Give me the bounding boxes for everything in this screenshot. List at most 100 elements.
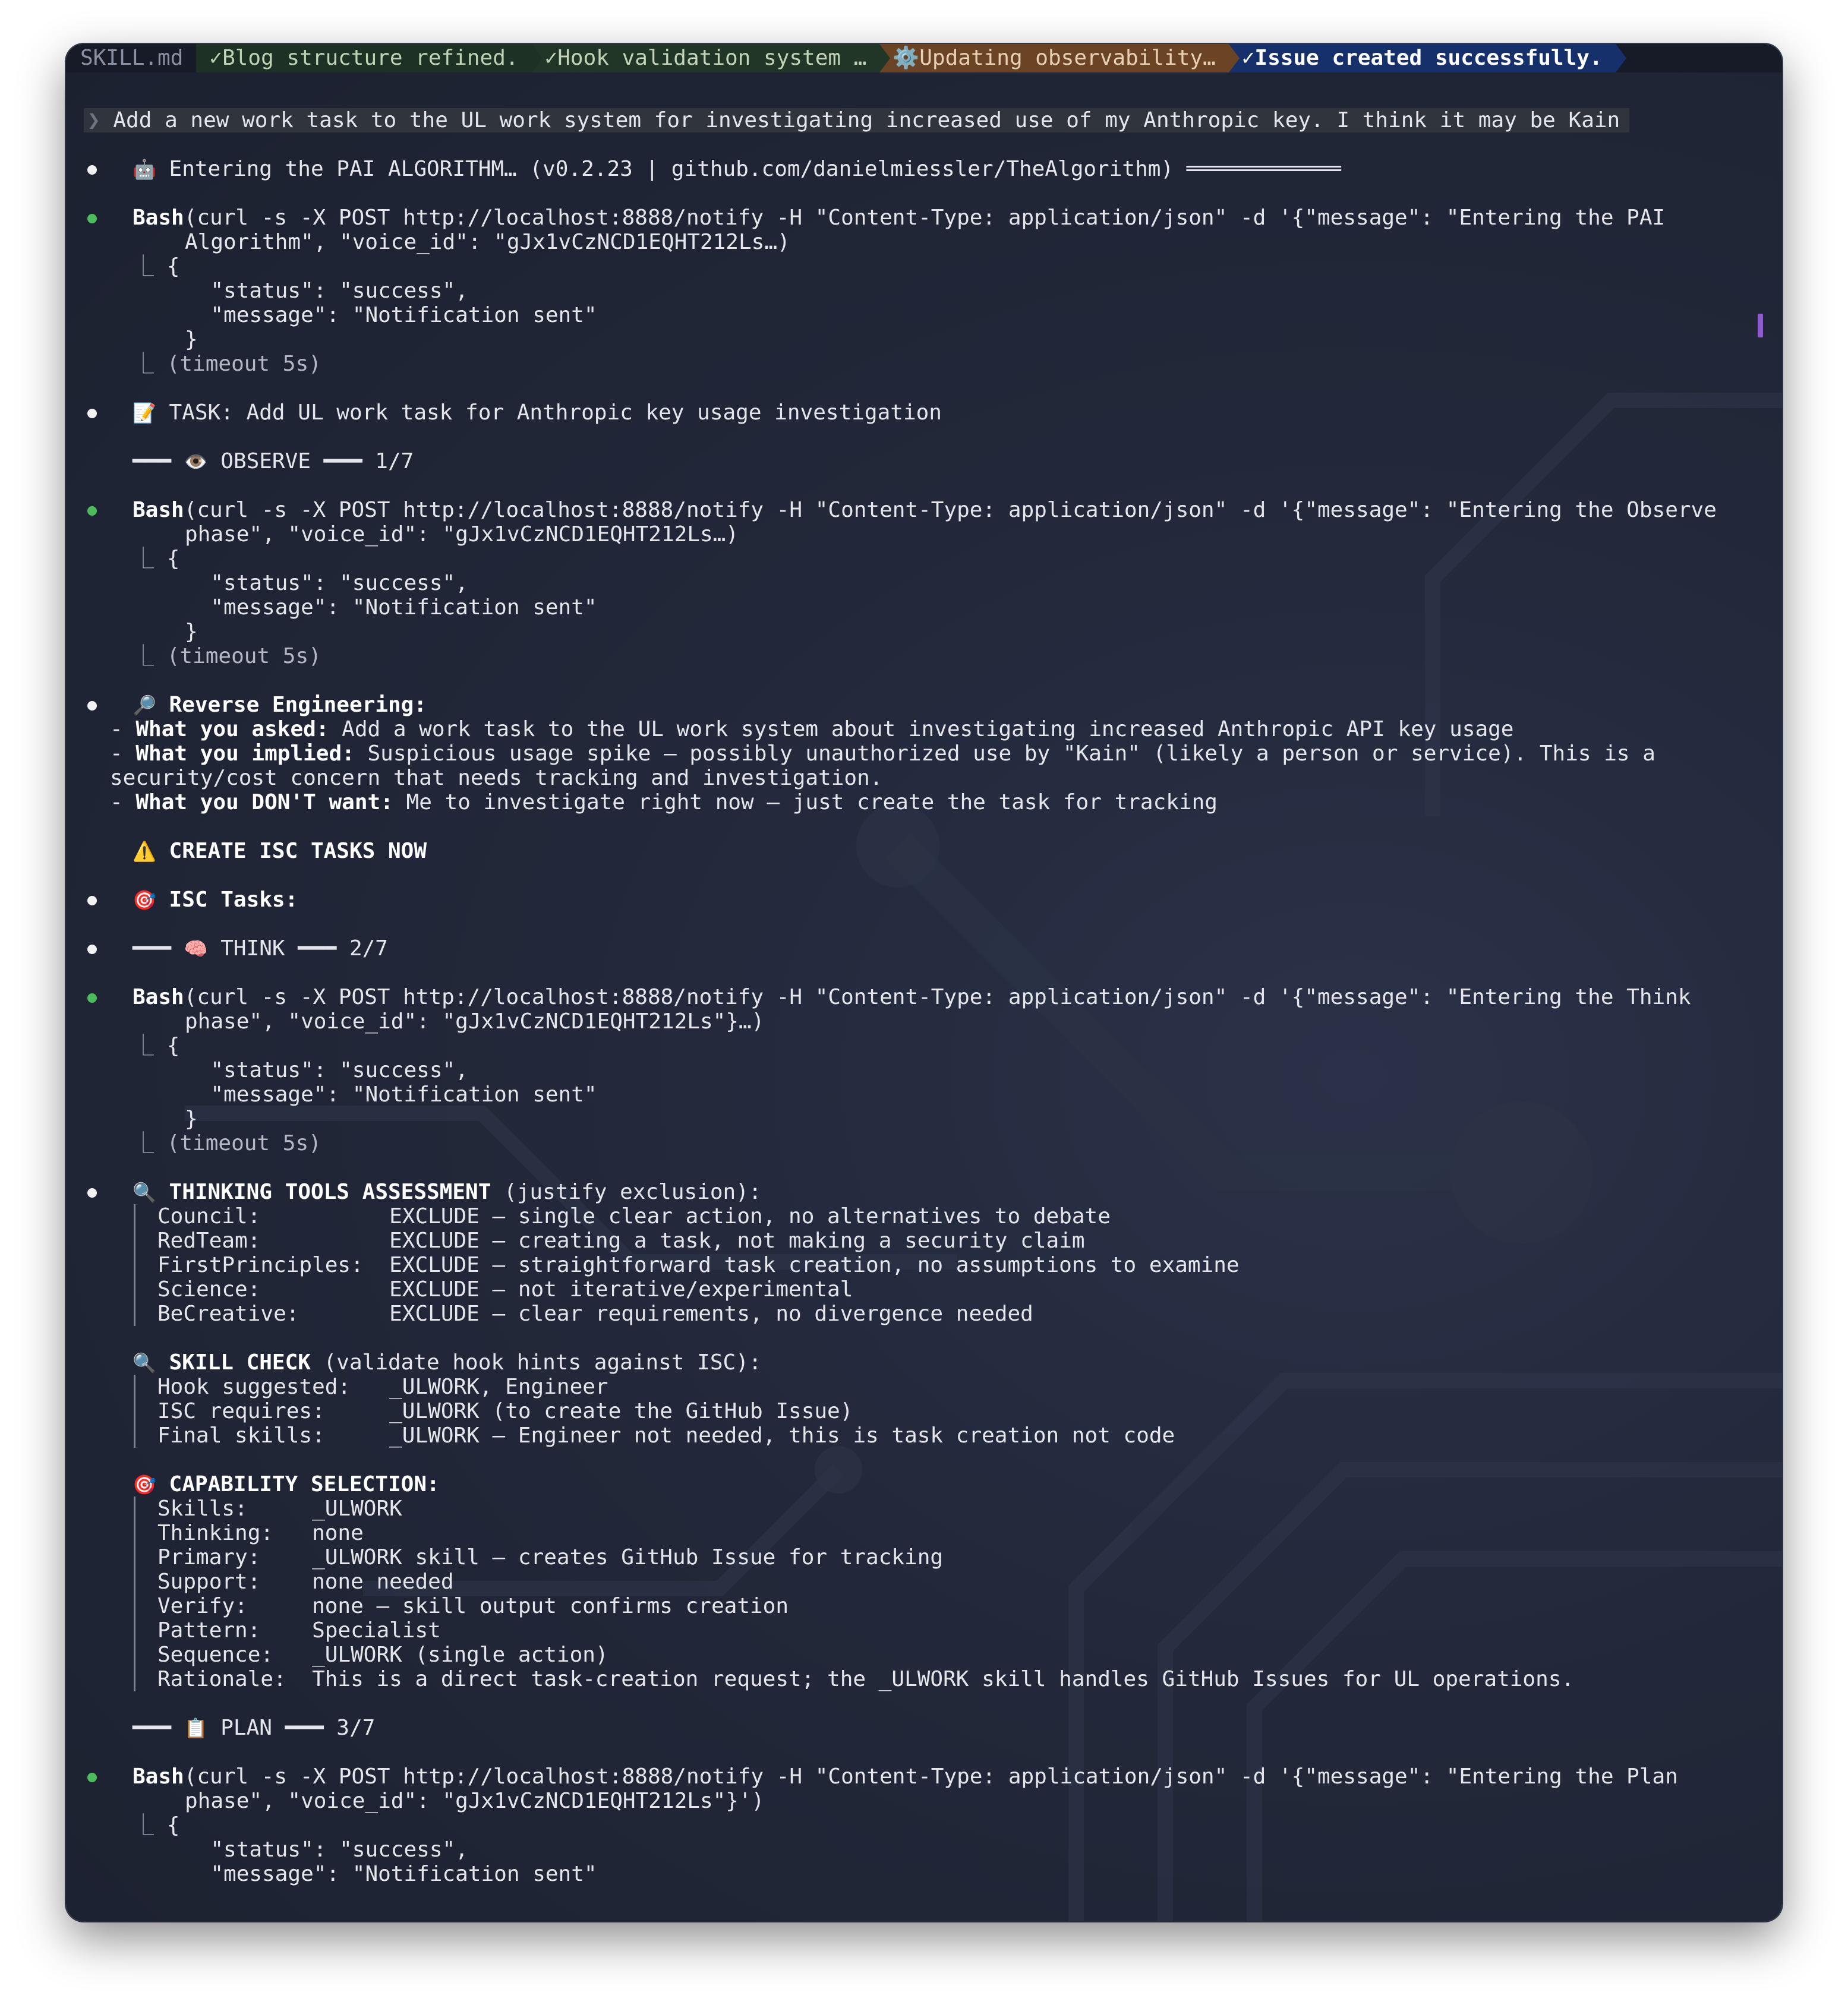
tab-blog-structure[interactable]: ✓Blog structure refined.: [196, 44, 543, 72]
phase-label: THINK ━━━ 2/7: [207, 936, 388, 961]
response-open: ⎿ {: [87, 1813, 1764, 1837]
thinking-tool-row: FirstPrinciples: EXCLUDE — straightforwa…: [157, 1253, 1240, 1277]
tab-updating-observability[interactable]: ⚙️Updating observability…: [879, 44, 1240, 72]
tab-skill-md[interactable]: SKILL.md: [66, 44, 196, 72]
terminal-output: ❯ Add a new work task to the UL work sys…: [84, 108, 1764, 1886]
json-status: "status": "success",: [210, 1837, 468, 1862]
reverse-engineering-title: 🔎 Reverse Engineering:: [87, 693, 1764, 717]
memo-icon: 📝: [133, 402, 156, 424]
response-status: "status": "success",: [87, 279, 1764, 303]
reverse-implied: - What you implied: Suspicious usage spi…: [110, 741, 1655, 766]
phase-plan: ━━━ 📋 PLAN ━━━ 3/7: [87, 1716, 1764, 1740]
entering-algorithm-text: Entering the PAI ALGORITHM… (v0.2.23 | g…: [169, 157, 1341, 181]
response-timeout: ⎿ (timeout 5s): [87, 352, 1764, 376]
eye-icon: 👁️: [184, 450, 208, 473]
tab-hook-validation[interactable]: ✓Hook validation system …: [531, 44, 891, 72]
response-close: }: [87, 327, 1764, 352]
green-bullet-icon: [87, 214, 97, 223]
user-prompt: ❯ Add a new work task to the UL work sys…: [84, 108, 1764, 132]
capability-row: Skills: _ULWORK: [157, 1496, 402, 1521]
phase-rule: ━━━: [133, 936, 184, 961]
response-close: }: [87, 1107, 1764, 1131]
green-bullet-icon: [87, 506, 97, 516]
json-brace: }: [185, 327, 198, 352]
magnifier-icon: 🔎: [133, 694, 156, 716]
bullet-icon: [87, 896, 97, 905]
create-isc-line: ⚠️ CREATE ISC TASKS NOW: [87, 839, 1764, 863]
corner-icon: ⎿: [133, 1813, 154, 1837]
reverse-asked: - What you asked: Add a work task to the…: [110, 717, 1514, 741]
capability-row: Thinking: none: [157, 1521, 364, 1545]
phase-label: PLAN ━━━ 3/7: [207, 1716, 376, 1740]
response-message: "message": "Notification sent": [87, 595, 1764, 620]
skill-check-row: Final skills: _ULWORK — Engineer not nee…: [157, 1423, 1175, 1448]
bash-command-cont: phase", "voice_id": "gJx1vCzNCD1EQHT212L…: [185, 1789, 765, 1813]
capability-row: Pattern: Specialist: [157, 1618, 441, 1643]
bash-call-2: Bash(curl -s -X POST http://localhost:88…: [87, 498, 1764, 522]
json-status: "status": "success",: [210, 571, 468, 595]
section-title: CAPABILITY SELECTION:: [169, 1472, 440, 1496]
phase-rule: ━━━: [133, 1716, 184, 1740]
bash-call-1: Bash(curl -s -X POST http://localhost:88…: [87, 206, 1764, 230]
response-status: "status": "success",: [87, 1058, 1764, 1082]
bash-call-4: Bash(curl -s -X POST http://localhost:88…: [87, 1764, 1764, 1789]
response-open: ⎿ {: [87, 254, 1764, 279]
section-title: Reverse Engineering:: [169, 693, 427, 717]
corner-icon: ⎿: [133, 254, 154, 279]
skill-check-block: Hook suggested: _ULWORK, Engineer ISC re…: [134, 1375, 1764, 1448]
entering-algorithm-line: 🤖 Entering the PAI ALGORITHM… (v0.2.23 |…: [87, 157, 1764, 181]
task-line: 📝 TASK: Add UL work task for Anthropic k…: [87, 400, 1764, 425]
json-message: "message": "Notification sent": [210, 1862, 597, 1886]
bash-command-cont: phase", "voice_id": "gJx1vCzNCD1EQHT212L…: [185, 522, 739, 547]
bash-label: Bash: [133, 498, 184, 522]
section-title: THINKING TOOLS ASSESSMENT: [169, 1180, 491, 1204]
capability-row: Sequence: _ULWORK (single action): [157, 1643, 608, 1667]
json-brace: }: [185, 620, 198, 644]
thinking-tool-row: Council: EXCLUDE — single clear action, …: [157, 1204, 1111, 1229]
response-message: "message": "Notification sent": [87, 1862, 1764, 1886]
section-subtitle: (justify exclusion):: [491, 1180, 762, 1204]
response-timeout: ⎿ (timeout 5s): [87, 644, 1764, 668]
thinking-tools-title: 🔍 THINKING TOOLS ASSESSMENT (justify exc…: [87, 1180, 1764, 1204]
thinking-tools-block: Council: EXCLUDE — single clear action, …: [134, 1204, 1764, 1326]
bash-label: Bash: [133, 1764, 184, 1789]
clipboard-icon: 📋: [184, 1717, 208, 1739]
response-message: "message": "Notification sent": [87, 1082, 1764, 1107]
skill-check-row: Hook suggested: _ULWORK, Engineer: [157, 1375, 608, 1399]
corner-icon: ⎿: [133, 352, 154, 376]
json-status: "status": "success",: [210, 279, 468, 303]
target-icon: 🎯: [133, 1473, 156, 1496]
prompt-text: Add a new work task to the UL work syste…: [113, 108, 1620, 132]
skill-check-row: ISC requires: _ULWORK (to create the Git…: [157, 1399, 853, 1423]
asked-text: Add a work task to the UL work system ab…: [329, 717, 1514, 741]
implied-text: Suspicious usage spike — possibly unauth…: [354, 741, 1655, 766]
reverse-implied-cont: security/cost concern that needs trackin…: [87, 766, 1764, 790]
bash-label: Bash: [133, 985, 184, 1009]
timeout-text: (timeout 5s): [166, 644, 321, 668]
capability-block: Skills: _ULWORK Thinking: none Primary: …: [134, 1496, 1764, 1691]
section-subtitle: (validate hook hints against ISC):: [310, 1350, 762, 1375]
phase-rule: ━━━: [133, 449, 184, 473]
capability-row: Primary: _ULWORK skill — creates GitHub …: [157, 1545, 944, 1570]
timeout-text: (timeout 5s): [166, 352, 321, 376]
task-text: TASK: Add UL work task for Anthropic key…: [169, 400, 942, 425]
tab-issue-created[interactable]: ✓Issue created successfully.: [1228, 44, 1626, 72]
prompt-arrow-icon: ❯: [87, 108, 100, 132]
phase-observe: ━━━ 👁️ OBSERVE ━━━ 1/7: [87, 449, 1764, 473]
json-brace: {: [166, 547, 180, 571]
green-bullet-icon: [87, 993, 97, 1003]
capability-row: Verify: none — skill output confirms cre…: [157, 1594, 789, 1618]
bullet-icon: [87, 409, 97, 418]
json-message: "message": "Notification sent": [210, 1082, 597, 1107]
isc-tasks-text: ISC Tasks:: [169, 888, 298, 912]
implied-label: What you implied:: [135, 741, 355, 766]
bullet-icon: [87, 1188, 97, 1198]
thinking-tool-row: BeCreative: EXCLUDE — clear requirements…: [157, 1302, 1033, 1326]
corner-icon: ⎿: [133, 644, 154, 668]
bash-command-cont: Algorithm", "voice_id": "gJx1vCzNCD1EQHT…: [185, 230, 790, 254]
phase-think: ━━━ 🧠 THINK ━━━ 2/7: [87, 936, 1764, 961]
brain-icon: 🧠: [184, 937, 208, 960]
timeout-text: (timeout 5s): [166, 1131, 321, 1155]
bash-call-1-cont: Algorithm", "voice_id": "gJx1vCzNCD1EQHT…: [87, 230, 1764, 254]
thinking-tool-row: RedTeam: EXCLUDE — creating a task, not …: [157, 1229, 1085, 1253]
